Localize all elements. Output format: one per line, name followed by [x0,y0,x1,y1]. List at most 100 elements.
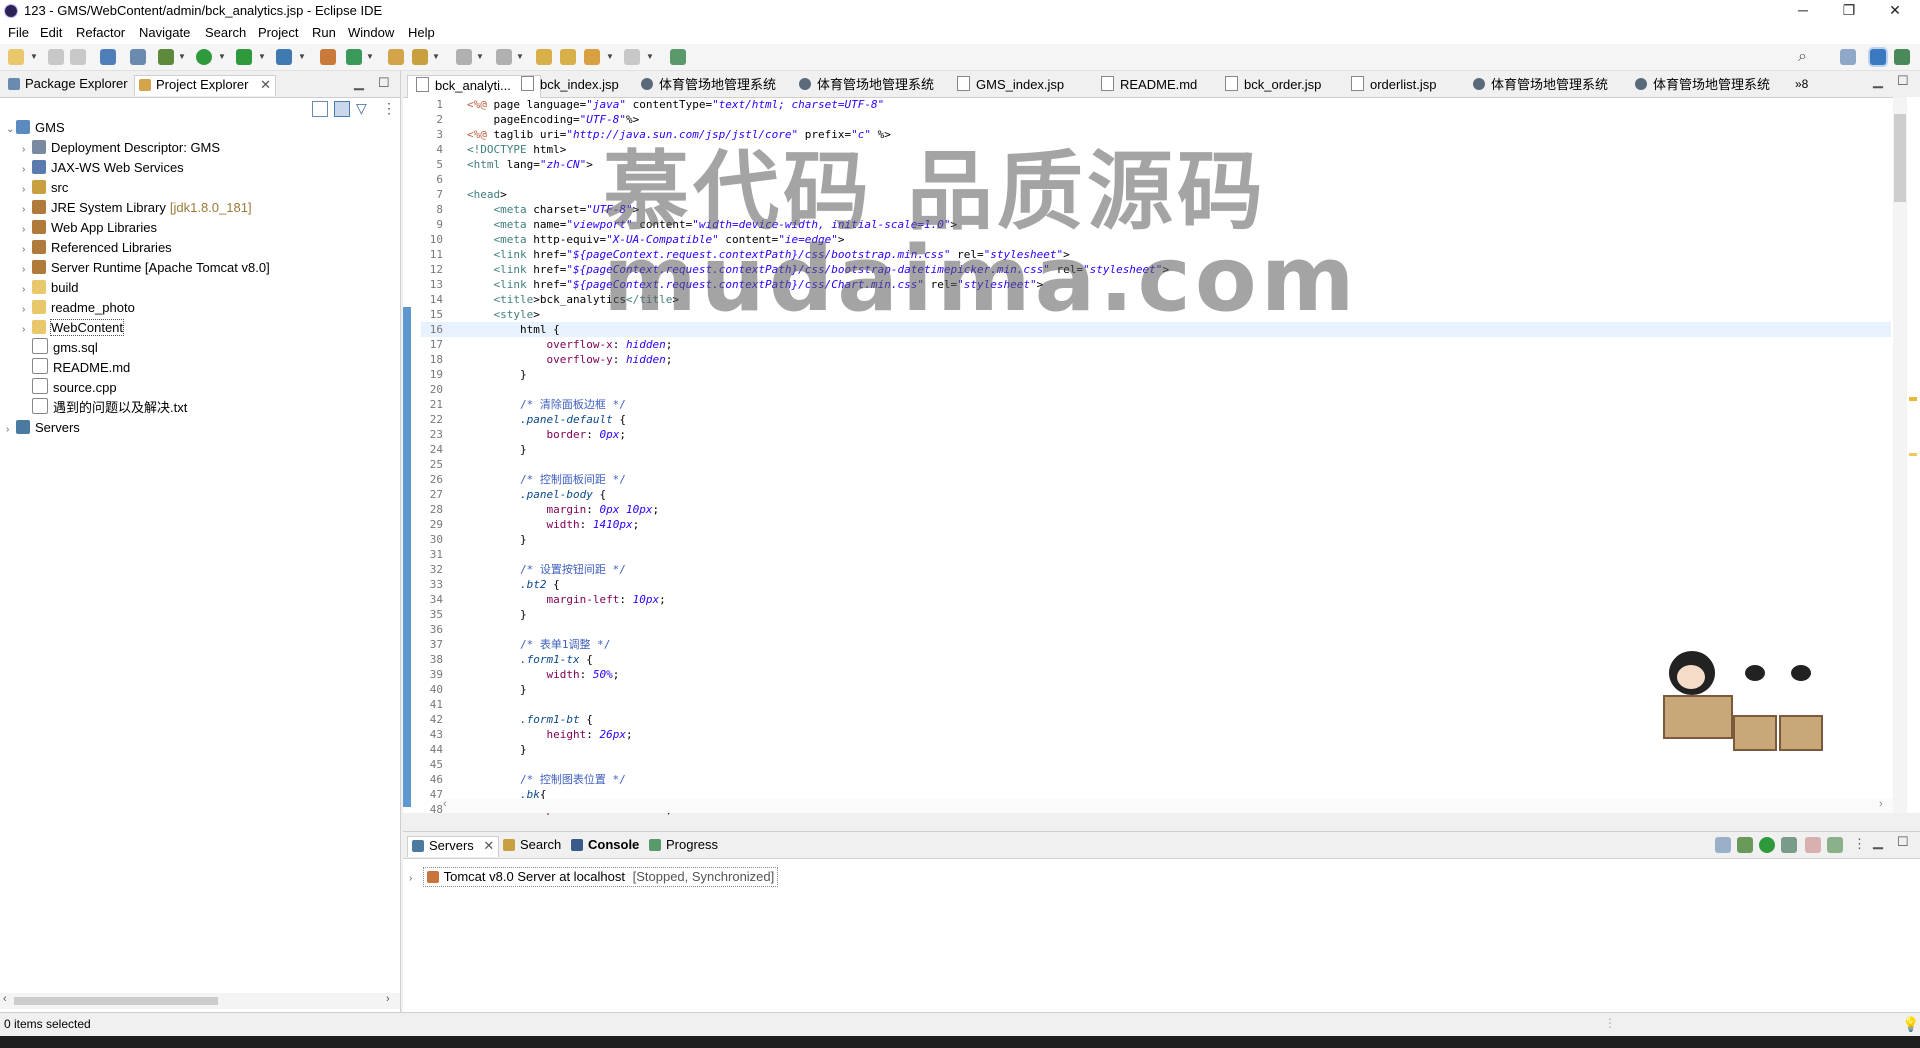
editor-tab[interactable]: 体育管场地管理系统 [791,75,942,97]
search-dropdown-icon[interactable]: ▼ [432,52,440,61]
tree-item[interactable]: README.md [6,358,270,378]
menu-edit[interactable]: Edit [40,25,62,40]
tree-item[interactable]: › JAX-WS Web Services [6,158,270,178]
code-line[interactable]: 22 .panel-default { [421,412,1891,427]
editor-tab[interactable]: 体育管场地管理系统 [633,75,784,97]
code-line[interactable]: 26 /* 控制面板间距 */ [421,472,1891,487]
filter-icon[interactable]: ▽ [356,100,367,117]
tree-item[interactable]: › readme_photo [6,298,270,318]
code-line[interactable]: 23 border: 0px; [421,427,1891,442]
editor-horizontal-scrollbar[interactable]: ‹ › [443,798,1893,813]
expand-icon[interactable]: › [22,140,32,160]
back-dropdown-icon[interactable]: ▼ [606,52,614,61]
menu-file[interactable]: File [8,25,29,40]
tree-item[interactable]: source.cpp [6,378,270,398]
tip-icon[interactable]: 💡 [1902,1016,1919,1033]
code-line[interactable]: 20 [421,382,1891,397]
external-tools-dropdown-icon[interactable]: ▼ [298,52,306,61]
collapse-all-icon[interactable] [1715,837,1731,853]
forward-dropdown-icon[interactable]: ▼ [646,52,654,61]
code-line[interactable]: 24 } [421,442,1891,457]
scroll-thumb[interactable] [14,997,218,1005]
tree-item[interactable]: gms.sql [6,338,270,358]
menu-run[interactable]: Run [312,25,336,40]
tab-overflow[interactable]: »8 [1795,77,1808,91]
restore-button[interactable]: ❐ [1826,0,1872,22]
editor-tab[interactable]: orderlist.jsp [1343,75,1444,97]
code-line[interactable]: 18 overflow-y: hidden; [421,352,1891,367]
tree-item[interactable]: › Web App Libraries [6,218,270,238]
tab-package-explorer[interactable]: Package Explorer [4,75,132,95]
expand-icon[interactable]: › [22,200,32,220]
code-line[interactable]: 29 width: 1410px; [421,517,1891,532]
editor-tab[interactable]: bck_order.jsp [1217,75,1329,97]
new-server-icon[interactable] [320,49,336,65]
tree-item-servers[interactable]: › Servers [6,418,270,438]
code-line[interactable]: 45 [421,757,1891,772]
forward-icon[interactable] [624,49,640,65]
tree-item[interactable]: 遇到的问题以及解决.txt [6,398,270,418]
debug-server-icon[interactable] [1737,837,1753,853]
next-annotation-icon[interactable] [456,49,472,65]
scroll-left-icon[interactable]: ‹ [443,798,447,810]
tree-item[interactable]: › build [6,278,270,298]
coverage-dropdown-icon[interactable]: ▼ [258,52,266,61]
tab-console[interactable]: Console [567,836,643,856]
code-line[interactable]: 30 } [421,532,1891,547]
code-line[interactable]: 1 <%@ page language="java" contentType="t… [421,97,1891,112]
collapse-all-icon[interactable] [312,101,328,117]
skip-breakpoints-icon[interactable] [130,49,146,65]
tab-project-explorer[interactable]: Project Explorer ✕ [134,75,277,96]
expand-icon[interactable]: ⌄ [6,120,16,140]
pin-icon[interactable] [560,49,576,65]
tree-item[interactable]: › WebContent [6,318,270,338]
code-line[interactable]: 28 margin: 0px 10px; [421,502,1891,517]
minimize-view-icon[interactable]: ▁ [354,75,364,91]
menu-help[interactable]: Help [408,25,435,40]
overview-ruler[interactable] [1907,97,1920,813]
back-icon[interactable] [584,49,600,65]
code-line[interactable]: 37 /* 表单1调整 */ [421,637,1891,652]
expand-icon[interactable]: › [22,220,32,240]
code-line[interactable]: 35 } [421,607,1891,622]
code-line[interactable]: 21 /* 清除面板边框 */ [421,397,1891,412]
debug-icon[interactable] [158,49,174,65]
run-dropdown-icon[interactable]: ▼ [218,52,226,61]
menu-window[interactable]: Window [348,25,394,40]
debug-perspective-icon[interactable] [1894,49,1910,65]
open-type-icon[interactable] [388,49,404,65]
tree-item-gms[interactable]: ⌄ GMS [6,118,270,138]
scroll-right-icon[interactable]: › [1879,798,1883,810]
code-line[interactable]: 25 [421,457,1891,472]
save-icon[interactable] [48,49,64,65]
minimize-button[interactable]: ─ [1780,0,1826,22]
close-button[interactable]: ✕ [1872,0,1918,22]
code-line[interactable]: 34 margin-left: 10px; [421,592,1891,607]
expand-icon[interactable]: › [22,300,32,320]
next-annotation-dropdown-icon[interactable]: ▼ [476,52,484,61]
view-menu-icon[interactable]: ⋮ [1853,836,1866,852]
coverage-icon[interactable] [236,49,252,65]
expand-icon[interactable]: › [22,260,32,280]
new-class-dropdown-icon[interactable]: ▼ [366,52,374,61]
ruler-mark[interactable] [1909,397,1917,401]
code-line[interactable]: 27 .panel-body { [421,487,1891,502]
menu-refactor[interactable]: Refactor [76,25,125,40]
search-icon[interactable]: ⌕ [1798,48,1807,66]
maximize-view-icon[interactable]: ☐ [378,75,390,91]
expand-icon[interactable]: › [22,320,32,340]
tree-item[interactable]: › Server Runtime [Apache Tomcat v8.0] [6,258,270,278]
tree-item[interactable]: › src [6,178,270,198]
code-line[interactable]: 36 [421,622,1891,637]
scroll-right-icon[interactable]: › [386,993,390,1005]
new-dropdown-icon[interactable]: ▼ [30,52,38,61]
tree-item[interactable]: › Referenced Libraries [6,238,270,258]
tab-progress[interactable]: Progress [645,836,722,856]
tab-servers[interactable]: Servers ✕ [407,836,500,857]
menu-project[interactable]: Project [258,25,298,40]
expand-icon[interactable]: › [22,180,32,200]
code-line[interactable]: 31 [421,547,1891,562]
expand-icon[interactable]: › [22,160,32,180]
debug-dropdown-icon[interactable]: ▼ [178,52,186,61]
editor-vertical-scrollbar[interactable] [1893,97,1907,813]
